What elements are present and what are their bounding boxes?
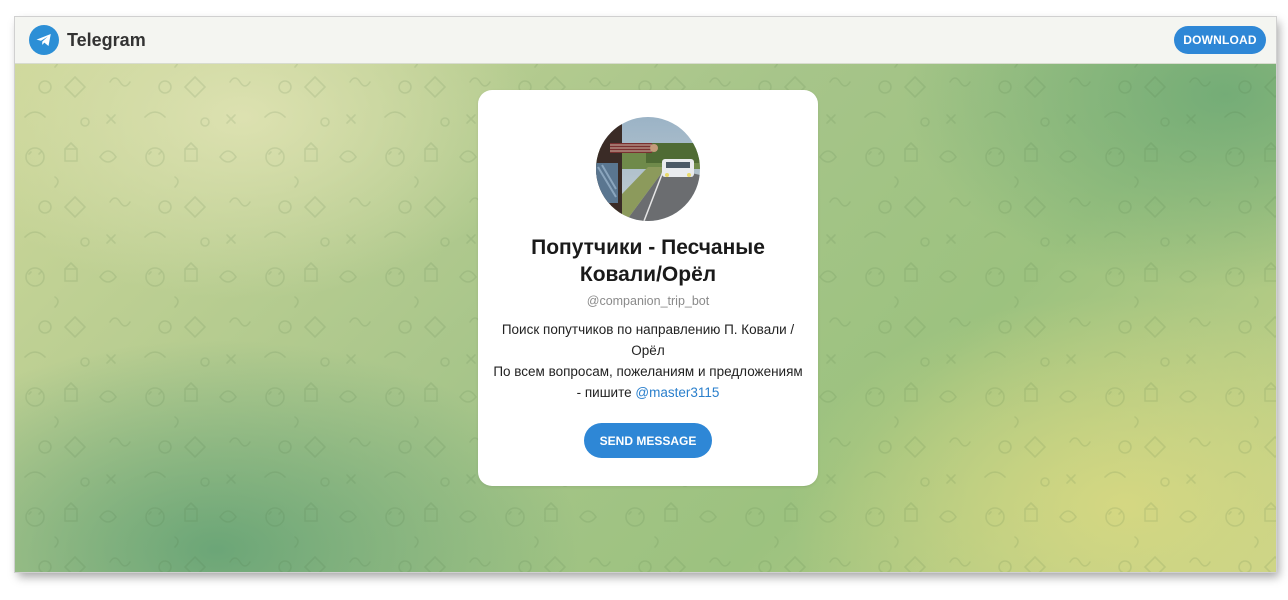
avatar [596, 117, 700, 221]
paper-plane-icon [36, 34, 51, 46]
bot-username: @companion_trip_bot [586, 294, 710, 308]
send-message-button[interactable]: SEND MESSAGE [584, 423, 712, 458]
bot-profile-card: Попутчики - Песчаные Ковали/Орёл @compan… [478, 90, 818, 486]
bot-title: Попутчики - Песчаные Ковали/Орёл [531, 236, 765, 286]
download-button[interactable]: DOWNLOAD [1174, 26, 1266, 54]
app-name[interactable]: Telegram [67, 30, 146, 51]
description-line-1: Поиск попутчиков по направлению П. Ковал… [501, 322, 795, 358]
browser-viewport: Telegram DOWNLOAD Попутчики - Песчаные К… [15, 17, 1276, 572]
bot-description: Поиск попутчиков по направлению П. Ковал… [490, 319, 806, 403]
description-line-2: По всем вопросам, пожеланиям и предложен… [490, 361, 806, 403]
hitchhiker-photo [596, 117, 700, 221]
top-bar: Telegram DOWNLOAD [15, 17, 1276, 64]
telegram-logo-icon[interactable] [29, 25, 59, 55]
contact-link[interactable]: @master3115 [635, 385, 719, 400]
